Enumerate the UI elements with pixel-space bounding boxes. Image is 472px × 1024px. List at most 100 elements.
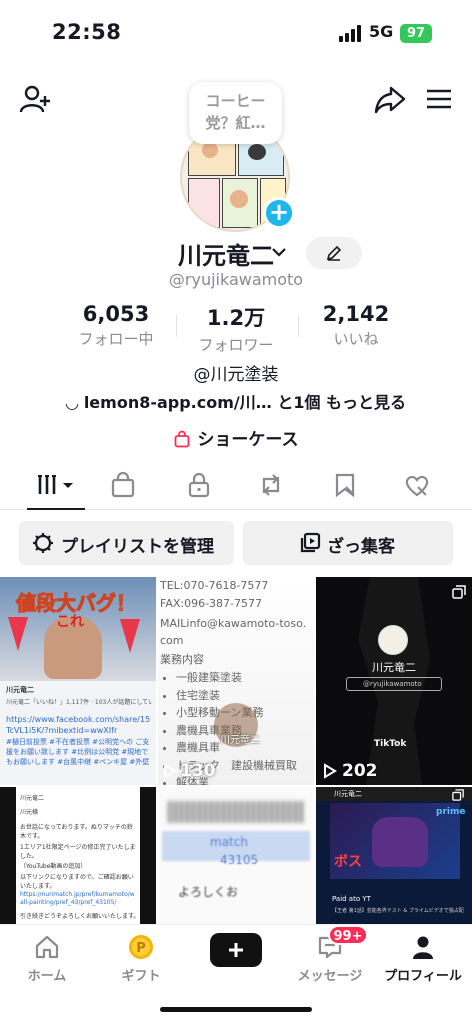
video-caption-2: 【王者 第1話】芸能各界テスト & プライムビデオで独占配… [332,908,464,914]
messages-badge: 99+ [328,925,368,945]
doc-header: 川元竜二 [20,795,45,802]
services-heading: 業務内容 [160,653,204,666]
tab-videos[interactable] [36,470,76,506]
nav-gift-label: ギフト [121,969,161,984]
doc-sub: 川元様 [20,809,39,816]
play-icon [164,763,177,779]
caption-link: https://www.facebook.com/share/15TcVL1i5… [6,715,151,735]
edit-profile-button[interactable] [306,237,362,269]
contact-tel: TEL:070-7618-7577 [160,579,269,592]
bio-links[interactable]: ◡ lemon8-app.com/川… と1個 もっと見る [0,389,472,413]
blurred-text-1: match [210,835,248,849]
manage-playlist-label: プレイリストを管理 [61,537,214,557]
followers-label: フォロワー [198,336,274,354]
showcase-link[interactable]: ショーケース [0,425,472,450]
tiktok-watermark: TikTok [374,739,407,749]
status-time: 22:58 [52,20,122,44]
service-item: 一般建築塗装 [176,669,297,687]
show-title: ボス [334,854,362,870]
mini-avatar [378,625,408,655]
stat-divider [298,315,299,337]
tab-favorites[interactable] [330,470,370,506]
tab-private[interactable] [184,470,224,506]
nav-profile-label: プロフィール [384,969,462,984]
lock-icon [188,472,210,498]
caption-name: 川元竜二 [6,686,34,694]
doc-p1: お世話になっております。ぬりマッチの鈴木です。 [20,824,133,840]
manage-playlist-button[interactable]: プレイリストを管理 [19,521,234,565]
doc-p4: 以下リンクになりますので、ご確認お願いいたします。 [20,874,134,890]
overlay-name: 川元竜二 [220,735,260,746]
following-stat[interactable]: 6,053 フォロー中 [66,302,166,349]
bio-link[interactable]: lemon8-app.com/川… [84,393,272,412]
tab-liked[interactable] [402,470,442,506]
shopping-bag-icon [111,471,135,498]
blurred-text-2: 43105 [220,853,259,867]
add-story-button[interactable]: + [263,197,295,229]
pinned-icon [452,789,464,801]
home-icon [35,935,59,959]
video-thumbnail[interactable]: 川元竜二 prime ボス Paid ato YT 【王者 第1話】芸能各界テス… [316,787,472,924]
bio-more[interactable]: と1個 もっと見る [277,393,406,412]
nav-home[interactable]: ホーム [2,933,92,984]
video-thumbnail[interactable]: 川元竜二 @ryujikawamoto TikTok 202 [316,577,472,785]
traffic-promo-button[interactable]: ざっ集客 [243,521,453,565]
play-icon [324,763,337,779]
home-indicator [160,1007,312,1012]
repost-icon [262,474,280,496]
plus-icon [229,943,243,957]
share-icon[interactable] [373,82,407,116]
stat-divider [176,315,177,337]
network-type: 5G [369,22,394,41]
nav-home-label: ホーム [27,969,67,984]
chevron-down-icon[interactable] [270,244,288,258]
profile-name[interactable]: 川元竜二 [178,236,274,271]
doc-p2: 1エリア1社限定ページの修正完了いたしました。 [20,844,136,860]
create-button[interactable] [206,933,266,967]
likes-stat[interactable]: 2,142 いいね [306,302,406,349]
mini-search-bar: @ryujikawamoto [346,677,442,691]
active-tab-indicator [27,508,85,510]
shopping-bag-icon [175,430,190,448]
prime-logo: prime [436,807,466,817]
doc-p3: （YouTube動画の追加） [20,863,87,870]
video-caption-1: Paid ato YT [332,895,371,903]
service-item: 住宅塗装 [176,687,297,705]
thumbnail-subtitle: これ [56,614,84,630]
blurred-text-3: よろしくお [178,885,239,899]
view-count: 130 [180,761,216,781]
menu-icon[interactable] [424,82,458,116]
bookmark-icon [335,473,355,498]
video-thumbnail[interactable]: 川元竜二 川元様 お世話になっております。ぬりマッチの鈴木です。 1エリア1社限… [0,787,156,924]
contact-fax: FAX:096-387-7577 [160,597,263,610]
following-label: フォロー中 [78,330,154,348]
coin-icon: P [129,935,153,959]
profile-icon [413,936,433,959]
content-tabs [0,462,472,510]
likes-label: いいね [333,330,379,348]
svg-text:P: P [136,941,146,956]
likes-count: 2,142 [322,302,390,326]
videos-grid-icon [38,475,73,494]
doc-p5: 引き続きどうぞよろしくお願いいたします。 [20,913,138,920]
view-count: 202 [342,761,378,781]
status-bar: 22:58 5G 97 [0,0,472,60]
add-friend-icon[interactable] [18,82,52,116]
link-icon: ◡ [65,393,79,412]
nav-gift[interactable]: P ギフト [96,933,186,984]
tab-reposts[interactable] [256,470,296,506]
video-thumbnail[interactable]: match 43105 よろしくお [158,787,314,924]
followers-stat[interactable]: 1.2万 フォロワー [186,302,286,355]
story-note-bubble[interactable]: コーヒー党？紅… [189,82,282,144]
pinned-icon [452,585,466,599]
nav-profile[interactable]: プロフィール [378,933,468,984]
heart-icon [405,475,429,497]
video-thumbnail[interactable]: TEL:070-7618-7577 FAX:096-387-7577 MAILi… [158,577,314,785]
copy-icon [300,532,321,553]
battery-icon: 97 [400,24,432,43]
tab-shop[interactable] [108,470,148,506]
video-thumbnail[interactable]: 値段大バグ！ これ 川元竜二 川元竜二「いいね！」1,117件 · 103人が話… [0,577,156,785]
doc-link: https://nurimatch.jp/pref/kumamoto/wall-… [20,891,135,906]
contact-mail: MAILinfo@kawamoto-toso.com [160,617,307,647]
gear-icon [33,533,53,553]
